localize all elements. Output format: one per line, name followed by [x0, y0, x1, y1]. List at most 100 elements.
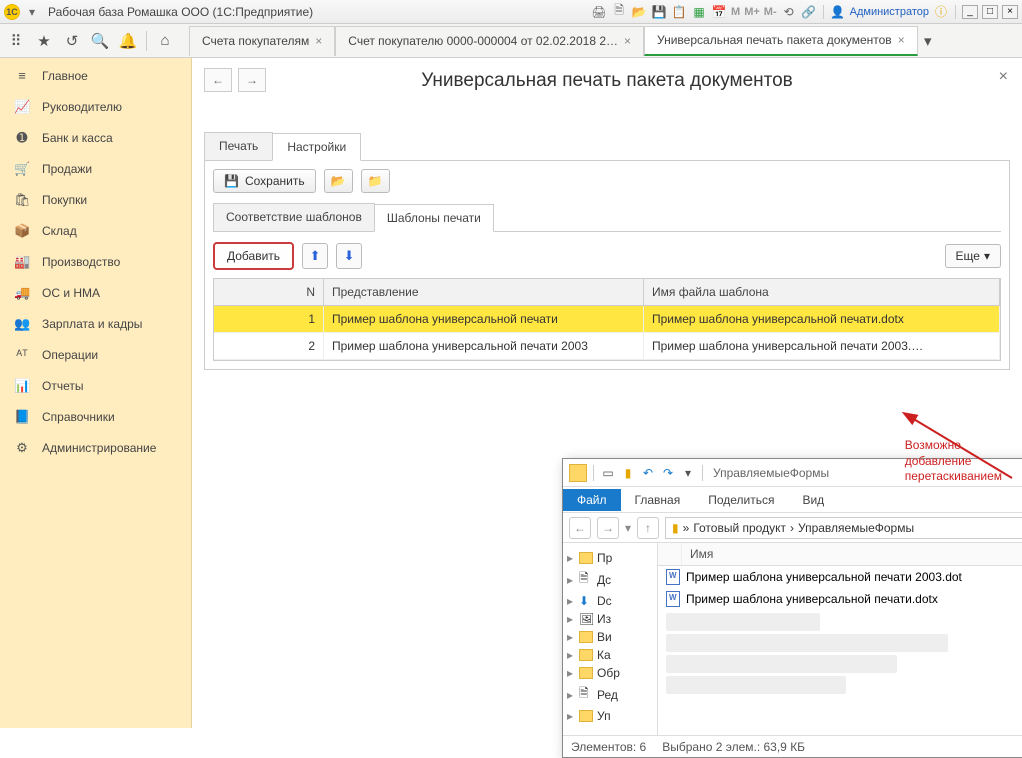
sidebar-item-6[interactable]: 🏭Производство	[0, 246, 191, 277]
qa-folder-icon[interactable]: ▮	[620, 465, 636, 481]
qa-redo-icon[interactable]: ↷	[660, 465, 676, 481]
ribbon-share[interactable]: Поделиться	[694, 489, 788, 511]
breadcrumb-item[interactable]: УправляемыеФормы	[798, 521, 914, 535]
sidebar-item-4[interactable]: 🛍Покупки	[0, 184, 191, 215]
col-n[interactable]: N	[214, 279, 324, 305]
maximize-button[interactable]: □	[982, 5, 998, 19]
home-icon[interactable]: ⌂	[155, 31, 175, 51]
subtab-correspondence[interactable]: Соответствие шаблонов	[213, 203, 375, 231]
tree-expand-icon[interactable]: ▸	[567, 666, 575, 680]
move-up-button[interactable]: ⬆	[302, 243, 328, 269]
info-icon[interactable]: ⓘ	[933, 4, 949, 20]
sidebar-item-0[interactable]: ≡Главное	[0, 60, 191, 91]
mem-m[interactable]: M	[731, 6, 740, 18]
ex-fwd-button[interactable]: →	[597, 517, 619, 539]
doc-tab-1[interactable]: Счет покупателю 0000-000004 от 02.02.201…	[335, 26, 644, 56]
ex-history-icon[interactable]: ▾	[625, 521, 631, 535]
tree-item[interactable]: ▸Пр	[567, 549, 653, 567]
tree-expand-icon[interactable]: ▸	[567, 648, 575, 662]
tree-item[interactable]: ▸🖼Из	[567, 610, 653, 628]
qa-dropdown-icon[interactable]: ▾	[680, 465, 696, 481]
sidebar-item-9[interactable]: ᴬᵀОперации	[0, 339, 191, 370]
sidebar-item-8[interactable]: 👥Зарплата и кадры	[0, 308, 191, 339]
clipboard-icon[interactable]: 📋	[671, 4, 687, 20]
breadcrumb-item[interactable]: Готовый продукт	[693, 521, 786, 535]
tree-expand-icon[interactable]: ▸	[567, 573, 575, 587]
sidebar-item-12[interactable]: ⚙Администрирование	[0, 432, 191, 463]
close-button[interactable]: ×	[1002, 5, 1018, 19]
table-row[interactable]: 1Пример шаблона универсальной печатиПрим…	[214, 306, 1000, 333]
close-icon[interactable]: ×	[315, 34, 322, 48]
close-icon[interactable]: ×	[624, 34, 631, 48]
sidebar-item-1[interactable]: 📈Руководителю	[0, 91, 191, 122]
table-row[interactable]: 2Пример шаблона универсальной печати 200…	[214, 333, 1000, 360]
tree-item[interactable]: ▸Ви	[567, 628, 653, 646]
print-icon[interactable]: 🖨	[591, 4, 607, 20]
admin-label[interactable]: Администратор	[850, 6, 929, 18]
tree-expand-icon[interactable]: ▸	[567, 594, 575, 608]
file-row[interactable]: Пример шаблона универсальной печати 2003…	[658, 566, 1022, 588]
add-button[interactable]: Добавить	[213, 242, 294, 270]
col-rep[interactable]: Представление	[324, 279, 644, 305]
export-folder-button[interactable]: 📁	[361, 169, 390, 193]
col-file[interactable]: Имя файла шаблона	[644, 279, 1000, 305]
sidebar-item-7[interactable]: 🚚ОС и НМА	[0, 277, 191, 308]
tab-print[interactable]: Печать	[204, 132, 273, 160]
tab-settings[interactable]: Настройки	[272, 133, 361, 161]
close-icon[interactable]: ×	[898, 33, 905, 47]
sidebar-item-3[interactable]: 🛒Продажи	[0, 153, 191, 184]
qa-explorer-icon[interactable]: ▭	[600, 465, 616, 481]
more-button[interactable]: Еще▾	[945, 244, 1001, 268]
dropdown-icon[interactable]: ▾	[24, 4, 40, 20]
search-icon[interactable]: 🔍	[90, 31, 110, 51]
tree-item[interactable]: ▸Уп	[567, 707, 653, 725]
tree-expand-icon[interactable]: ▸	[567, 612, 575, 626]
ex-back-button[interactable]: ←	[569, 517, 591, 539]
apps-icon[interactable]: ⠿	[6, 31, 26, 51]
open-folder-button[interactable]: 📂	[324, 169, 353, 193]
tree-expand-icon[interactable]: ▸	[567, 630, 575, 644]
folder-icon	[579, 552, 593, 564]
move-down-button[interactable]: ⬇	[336, 243, 362, 269]
ex-up-button[interactable]: ↑	[637, 517, 659, 539]
doc-tab-2[interactable]: Универсальная печать пакета документов×	[644, 26, 918, 56]
tree-item[interactable]: ▸🗎Дс	[567, 567, 653, 592]
file-row[interactable]: Пример шаблона универсальной печати.dotx…	[658, 588, 1022, 610]
tree-expand-icon[interactable]: ▸	[567, 709, 575, 723]
mem-mplus[interactable]: M+	[744, 6, 760, 18]
open-icon[interactable]: 📂	[631, 4, 647, 20]
save-icon[interactable]: 💾	[651, 4, 667, 20]
col-name[interactable]: Имя	[682, 543, 1022, 565]
ribbon-file[interactable]: Файл	[563, 489, 621, 511]
sidebar-item-10[interactable]: 📊Отчеты	[0, 370, 191, 401]
nav-fwd-button[interactable]: →	[238, 68, 266, 92]
history-icon[interactable]: ↺	[62, 31, 82, 51]
nav-back-button[interactable]: ←	[204, 68, 232, 92]
sidebar-item-11[interactable]: 📘Справочники	[0, 401, 191, 432]
mem-mminus[interactable]: M-	[764, 6, 777, 18]
subtab-templates[interactable]: Шаблоны печати	[374, 204, 494, 232]
doc-icon[interactable]: 🗎	[611, 4, 627, 20]
page-close-button[interactable]: ×	[999, 68, 1008, 86]
ribbon-home[interactable]: Главная	[621, 489, 695, 511]
tree-expand-icon[interactable]: ▸	[567, 551, 575, 565]
tree-expand-icon[interactable]: ▸	[567, 688, 575, 702]
doc-tab-0[interactable]: Счета покупателям×	[189, 26, 335, 56]
tab-menu-icon[interactable]: ▾	[918, 31, 938, 51]
tree-item[interactable]: ▸🗎Ред	[567, 682, 653, 707]
tree-item[interactable]: ▸⬇Dс	[567, 592, 653, 610]
back-sm-icon[interactable]: ⟲	[781, 4, 797, 20]
minimize-button[interactable]: _	[962, 5, 978, 19]
tree-item[interactable]: ▸Обр	[567, 664, 653, 682]
star-icon[interactable]: ★	[34, 31, 54, 51]
calc-icon[interactable]: ▦	[691, 4, 707, 20]
bell-icon[interactable]: 🔔	[118, 31, 138, 51]
link-icon[interactable]: 🔗	[801, 4, 817, 20]
save-button[interactable]: 💾Сохранить	[213, 169, 316, 193]
qa-undo-icon[interactable]: ↶	[640, 465, 656, 481]
sidebar-item-2[interactable]: ➊Банк и касса	[0, 122, 191, 153]
sidebar-item-5[interactable]: 📦Склад	[0, 215, 191, 246]
tree-item[interactable]: ▸Ка	[567, 646, 653, 664]
breadcrumb[interactable]: ▮ » Готовый продукт › УправляемыеФормы ⌄	[665, 517, 1022, 539]
calendar-icon[interactable]: 📅	[711, 4, 727, 20]
